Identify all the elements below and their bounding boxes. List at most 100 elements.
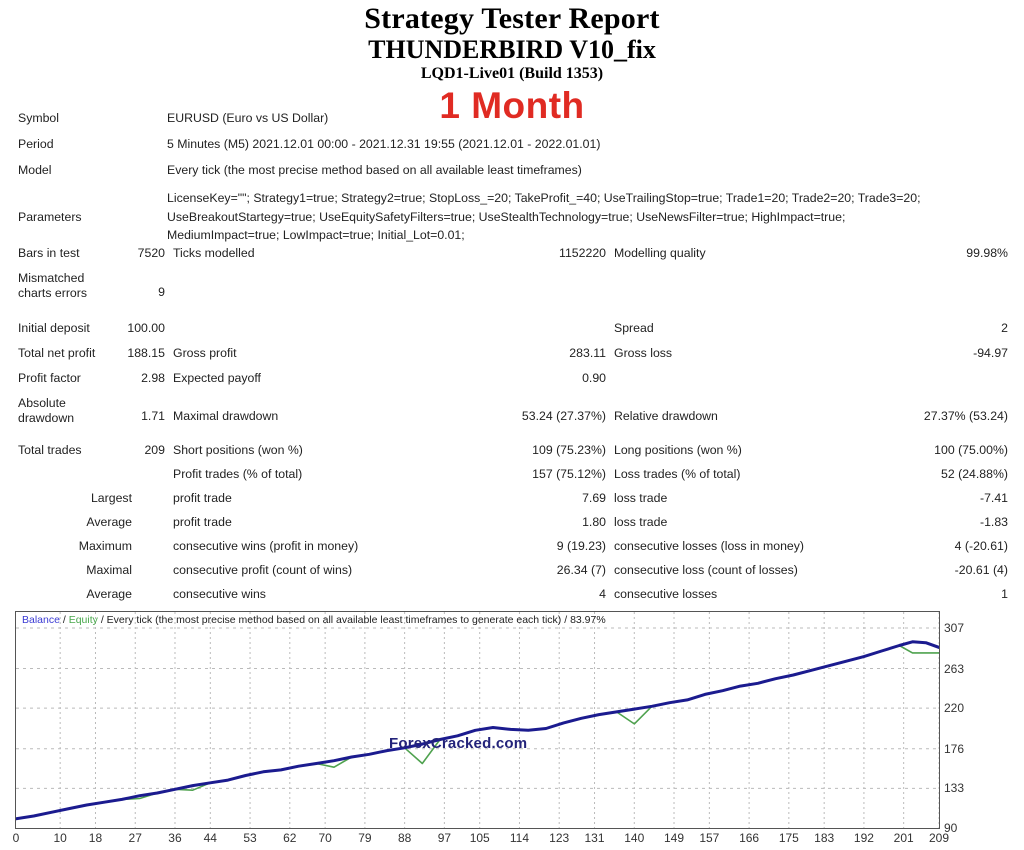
table-row: Absolute drawdown 1.71 Maximal drawdown … bbox=[0, 396, 1024, 438]
x-axis-tick-label: 18 bbox=[88, 831, 103, 845]
largest-label: Largest bbox=[90, 491, 132, 505]
gross-profit-label: Gross profit bbox=[173, 346, 237, 360]
average-loss-trade-value: -1.83 bbox=[979, 515, 1008, 529]
report-header: Strategy Tester Report THUNDERBIRD V10_f… bbox=[0, 0, 1024, 84]
modelling-stats-block: Bars in test 7520 Ticks modelled 1152220… bbox=[0, 246, 1024, 315]
y-axis-tick-label: 133 bbox=[944, 781, 965, 796]
parameters-value: LicenseKey=""; Strategy1=true; Strategy2… bbox=[167, 189, 1024, 245]
table-row: Total trades 209 Short positions (won %)… bbox=[0, 443, 1024, 467]
average-consecutive-wins-label: consecutive wins bbox=[173, 587, 266, 601]
gross-profit-value: 283.11 bbox=[569, 346, 606, 360]
model-label: Model bbox=[18, 163, 52, 177]
parameters-line-2: UseBreakoutStartegy=true; UseEquitySafet… bbox=[167, 209, 846, 224]
x-axis-tick-label: 157 bbox=[699, 831, 720, 845]
y-axis-tick-label: 263 bbox=[944, 661, 965, 676]
profit-trades-value: 157 (75.12%) bbox=[532, 467, 606, 481]
x-axis-tick-label: 166 bbox=[739, 831, 760, 845]
initial-deposit-label: Initial deposit bbox=[18, 321, 90, 335]
largest-profit-trade-label: profit trade bbox=[173, 491, 232, 505]
x-axis-tick-label: 175 bbox=[778, 831, 799, 845]
table-row: Total net profit 188.15 Gross profit 283… bbox=[0, 346, 1024, 371]
ea-name-title: THUNDERBIRD V10_fix bbox=[368, 35, 656, 64]
legend-quality: 83.97% bbox=[570, 614, 606, 626]
max-consecutive-wins-label: consecutive wins (profit in money) bbox=[173, 539, 359, 553]
profit-trades-label: Profit trades (% of total) bbox=[173, 467, 303, 481]
legend-sep-1: / bbox=[59, 614, 69, 626]
total-trades-value: 209 bbox=[144, 443, 165, 457]
x-axis-tick-label: 131 bbox=[584, 831, 605, 845]
x-axis-tick-label: 79 bbox=[358, 831, 372, 845]
total-trades-label: Total trades bbox=[18, 443, 82, 457]
modelling-quality-value: 99.98% bbox=[966, 246, 1008, 260]
info-row-period: Period 5 Minutes (M5) 2021.12.01 00:00 -… bbox=[0, 136, 1024, 162]
chart-legend: Balance / Equity / Every tick (the most … bbox=[22, 614, 606, 627]
long-positions-value: 100 (75.00%) bbox=[934, 443, 1008, 457]
long-positions-label: Long positions (won %) bbox=[614, 443, 742, 457]
maximal-consecutive-loss-value: -20.61 (4) bbox=[954, 563, 1008, 577]
relative-drawdown-label: Relative drawdown bbox=[614, 409, 718, 423]
bars-in-test-label: Bars in test bbox=[18, 246, 80, 260]
short-positions-value: 109 (75.23%) bbox=[532, 443, 606, 457]
spread-label: Spread bbox=[614, 321, 654, 335]
legend-sep-2: / bbox=[97, 614, 107, 626]
model-value: Every tick (the most precise method base… bbox=[167, 163, 582, 177]
x-axis-tick-label: 70 bbox=[318, 831, 332, 845]
broker-build-subtitle: LQD1-Live01 (Build 1353) bbox=[420, 65, 604, 82]
legend-balance: Balance bbox=[22, 614, 60, 626]
maximal-drawdown-label: Maximal drawdown bbox=[173, 409, 279, 423]
maximal-consecutive-profit-value: 26.34 (7) bbox=[556, 563, 606, 577]
x-axis-tick-label: 88 bbox=[397, 831, 412, 845]
maximum-label: Maximum bbox=[78, 539, 132, 553]
expected-payoff-value: 0.90 bbox=[582, 371, 606, 385]
report-info-table: Symbol EURUSD (Euro vs US Dollar) Period… bbox=[0, 110, 1024, 245]
x-axis-tick-label: 36 bbox=[168, 831, 182, 845]
average-consecutive-label: Average bbox=[86, 587, 132, 601]
x-axis-tick-label: 105 bbox=[469, 831, 490, 845]
x-axis-tick-label: 10 bbox=[53, 831, 67, 845]
gross-loss-label: Gross loss bbox=[614, 346, 673, 360]
relative-drawdown-value: 27.37% (53.24) bbox=[923, 409, 1008, 423]
average-consecutive-wins-value: 4 bbox=[599, 587, 606, 601]
balance-equity-chart[interactable]: Balance / Equity / Every tick (the most … bbox=[15, 611, 940, 829]
money-stats-block: Initial deposit 100.00 Spread 2 Total ne… bbox=[0, 321, 1024, 438]
mismatched-charts-errors-label: Mismatched charts errors bbox=[0, 271, 120, 301]
largest-profit-trade-value: 7.69 bbox=[582, 491, 606, 505]
average-profit-trade-value: 1.80 bbox=[582, 515, 606, 529]
short-positions-label: Short positions (won %) bbox=[173, 443, 303, 457]
x-axis-tick-label: 97 bbox=[437, 831, 452, 845]
profit-factor-label: Profit factor bbox=[18, 371, 81, 385]
x-axis-tick-label: 183 bbox=[814, 831, 835, 845]
x-axis-tick-label: 62 bbox=[283, 831, 297, 845]
legend-sep-3: / bbox=[561, 614, 571, 626]
y-axis-tick-label: 176 bbox=[944, 741, 965, 756]
largest-loss-trade-label: loss trade bbox=[614, 491, 668, 505]
max-consecutive-wins-value: 9 (19.23) bbox=[556, 539, 606, 553]
x-axis-tick-label: 123 bbox=[549, 831, 570, 845]
ticks-modelled-value: 1152220 bbox=[559, 246, 606, 260]
parameters-label: Parameters bbox=[18, 210, 82, 224]
symbol-value: EURUSD (Euro vs US Dollar) bbox=[167, 111, 329, 125]
average-profit-trade-label: profit trade bbox=[173, 515, 232, 529]
x-axis-tick-label: 114 bbox=[509, 831, 530, 845]
spread-value: 2 bbox=[1001, 321, 1008, 335]
ticks-modelled-label: Ticks modelled bbox=[173, 246, 255, 260]
chart-y-axis: 307 263 220 176 133 90 bbox=[944, 611, 1014, 835]
maximal-consecutive-profit-label: consecutive profit (count of wins) bbox=[173, 563, 353, 577]
maximal-label: Maximal bbox=[86, 563, 132, 577]
profit-factor-value: 2.98 bbox=[141, 371, 165, 385]
strategy-tester-report-page: Strategy Tester Report THUNDERBIRD V10_f… bbox=[0, 0, 1024, 850]
max-consecutive-losses-label: consecutive losses (loss in money) bbox=[614, 539, 804, 553]
page-title: Strategy Tester Report bbox=[364, 2, 660, 35]
largest-loss-trade-value: -7.41 bbox=[979, 491, 1008, 505]
average-label: Average bbox=[86, 515, 132, 529]
table-row-mismatched-charts-errors: Mismatched charts errors 9 bbox=[0, 271, 1024, 315]
initial-deposit-value: 100.00 bbox=[127, 321, 165, 335]
parameters-line-3: MediumImpact=true; LowImpact=true; Initi… bbox=[167, 228, 465, 243]
x-axis-tick-label: 140 bbox=[624, 831, 645, 845]
max-consecutive-losses-value: 4 (-20.61) bbox=[954, 539, 1008, 553]
total-net-profit-value: 188.15 bbox=[127, 346, 165, 360]
info-row-parameters: Parameters LicenseKey=""; Strategy1=true… bbox=[0, 189, 1024, 245]
mismatched-label-line-1: Mismatched bbox=[18, 271, 85, 285]
loss-trades-label: Loss trades (% of total) bbox=[614, 467, 741, 481]
parameters-line-1: LicenseKey=""; Strategy1=true; Strategy2… bbox=[167, 191, 921, 206]
